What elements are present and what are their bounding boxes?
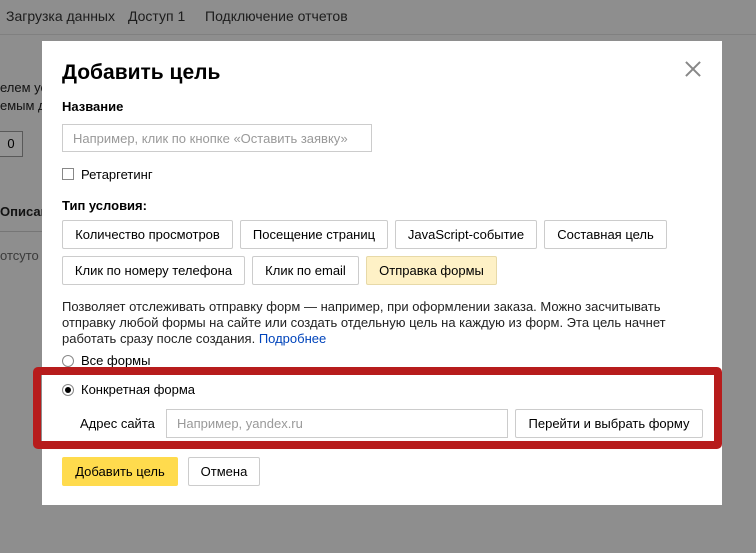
condition-phone-click-button[interactable]: Клик по номеру телефона	[62, 256, 245, 285]
condition-composite-button[interactable]: Составная цель	[544, 220, 667, 249]
site-address-input[interactable]	[166, 409, 508, 438]
condition-views-button[interactable]: Количество просмотров	[62, 220, 233, 249]
condition-type-label: Тип условия:	[62, 198, 147, 213]
goal-name-input[interactable]	[62, 124, 372, 152]
specific-form-label[interactable]: Конкретная форма	[81, 382, 195, 397]
dialog-title: Добавить цель	[62, 61, 221, 84]
retargeting-checkbox[interactable]	[62, 168, 74, 180]
name-label: Название	[62, 99, 124, 114]
all-forms-label[interactable]: Все формы	[81, 353, 150, 368]
description-text: Позволяет отслеживать отправку форм — на…	[62, 299, 666, 346]
more-info-link[interactable]: Подробнее	[259, 331, 326, 346]
add-goal-dialog: Добавить цель Название Ретаргетинг Тип у…	[42, 41, 722, 505]
condition-email-click-button[interactable]: Клик по email	[252, 256, 359, 285]
condition-form-submit-button[interactable]: Отправка формы	[366, 256, 497, 285]
add-goal-button[interactable]: Добавить цель	[62, 457, 178, 486]
site-address-label: Адрес сайта	[80, 416, 155, 431]
all-forms-radio[interactable]	[62, 355, 74, 367]
close-icon[interactable]	[685, 61, 701, 77]
condition-page-visit-button[interactable]: Посещение страниц	[240, 220, 388, 249]
retargeting-label[interactable]: Ретаргетинг	[81, 167, 153, 182]
go-select-form-button[interactable]: Перейти и выбрать форму	[515, 409, 703, 438]
condition-description: Позволяет отслеживать отправку форм — на…	[62, 299, 672, 347]
specific-form-radio[interactable]	[62, 384, 74, 396]
condition-js-event-button[interactable]: JavaScript-событие	[395, 220, 537, 249]
cancel-button[interactable]: Отмена	[188, 457, 260, 486]
